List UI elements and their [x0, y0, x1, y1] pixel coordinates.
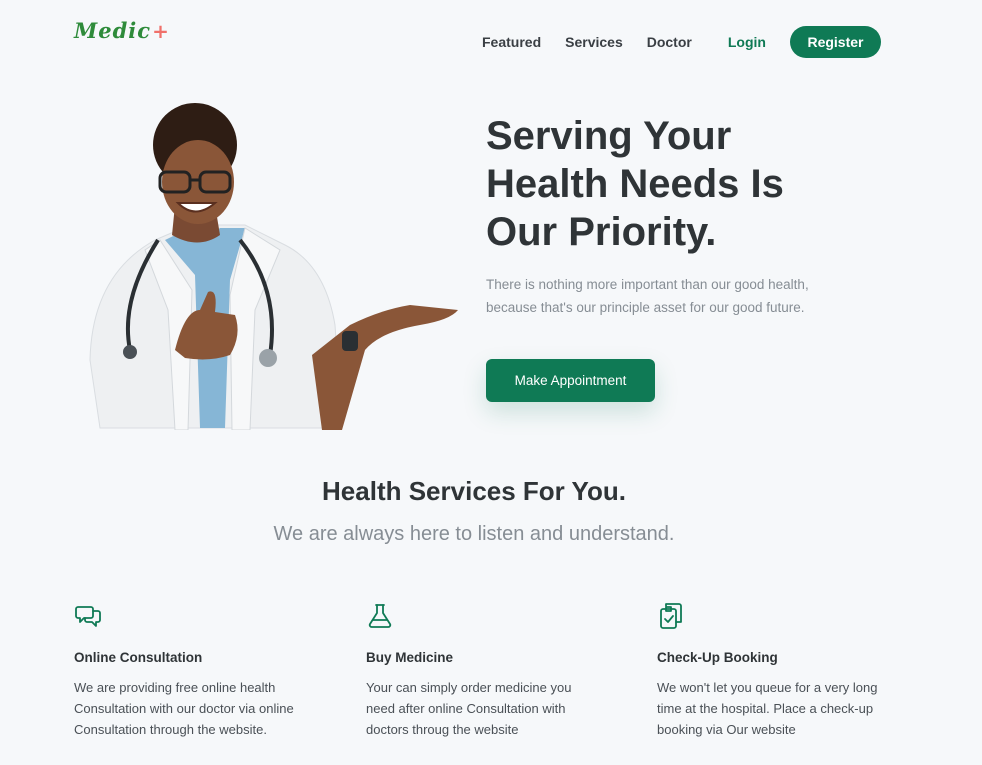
services-title: Health Services For You. [322, 476, 626, 506]
flask-icon [368, 604, 392, 628]
service-card-title: Online Consultation [74, 650, 203, 665]
main-nav: Featured Services Doctor Login Register [470, 26, 881, 58]
hero-title-line: Health Needs Is [486, 162, 784, 206]
service-card-title: Check-Up Booking [657, 650, 778, 665]
doctor-illustration [89, 103, 458, 430]
logo-text: Medic [74, 18, 152, 43]
services-subtitle: We are always here to listen and underst… [273, 523, 675, 545]
hero-subtitle-line: There is nothing more important than our… [486, 277, 809, 292]
hero-title-line: Serving Your [486, 114, 732, 158]
service-card-text: We won't let you queue for a very long t… [657, 680, 878, 737]
nav-featured[interactable]: Featured [482, 34, 541, 50]
hero-subtitle: There is nothing more important than our… [486, 273, 846, 319]
service-card-buy-medicine[interactable]: Buy Medicine Your can simply order medic… [366, 602, 606, 740]
logo[interactable]: Medic+ [74, 18, 170, 43]
service-card-online-consultation[interactable]: Online Consultation We are providing fre… [74, 602, 314, 740]
logo-plus-icon: + [152, 19, 170, 43]
register-button[interactable]: Register [789, 26, 881, 58]
hero-title-line: Our Priority. [486, 210, 717, 254]
hero-title: Serving Your Health Needs Is Our Priorit… [486, 112, 846, 256]
service-card-text: Your can simply order medicine you need … [366, 680, 572, 737]
service-card-text: We are providing free online health Cons… [74, 680, 294, 737]
clipboard-check-icon [660, 603, 682, 629]
chat-bubbles-icon [75, 606, 101, 627]
nav-doctor[interactable]: Doctor [647, 34, 692, 50]
service-card-title: Buy Medicine [366, 650, 454, 665]
make-appointment-button[interactable]: Make Appointment [486, 359, 655, 402]
login-link[interactable]: Login [728, 34, 766, 50]
nav-services[interactable]: Services [565, 34, 623, 50]
service-card-check-up-booking[interactable]: Check-Up Booking We won't let you queue … [657, 602, 897, 740]
hero-subtitle-line: because that's our principle asset for o… [486, 300, 805, 315]
